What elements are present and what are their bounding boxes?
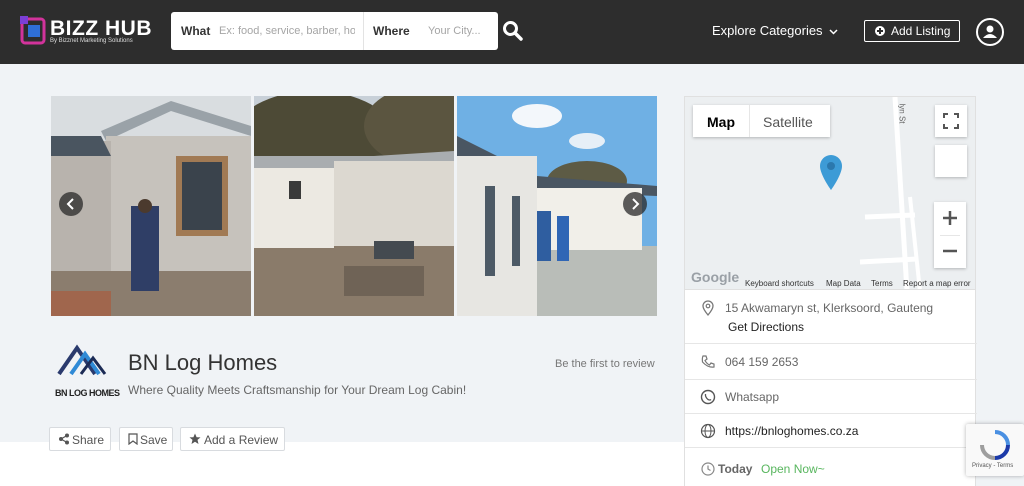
- where-label: Where: [373, 24, 410, 38]
- logo-caption: BN LOG HOMES: [55, 388, 120, 398]
- google-logo: Google: [691, 269, 740, 285]
- recaptcha-badge[interactable]: Privacy - Terms: [966, 424, 1024, 476]
- gallery-prev-button[interactable]: [59, 192, 83, 216]
- contact-info-panel: 15 Akwamaryn st, Klerksoord, Gauteng Get…: [684, 290, 977, 486]
- chevron-left-icon: [66, 198, 74, 210]
- business-logo: BN LOG HOMES: [55, 340, 120, 404]
- chevron-down-icon: [829, 29, 838, 35]
- add-listing-button[interactable]: Add Listing: [864, 20, 960, 42]
- map-data-link[interactable]: Map Data: [826, 279, 861, 288]
- logo-mark-icon: [20, 16, 46, 45]
- user-account-button[interactable]: [976, 18, 1004, 46]
- tab-divider: [749, 105, 750, 137]
- photo-gallery: [51, 96, 657, 316]
- star-icon: [189, 433, 201, 444]
- where-input[interactable]: [428, 22, 494, 40]
- explore-categories-menu[interactable]: Explore Categories: [712, 23, 838, 38]
- map-tab[interactable]: Map: [707, 114, 735, 130]
- location-pin-icon: [702, 300, 714, 316]
- phone-icon: [701, 355, 715, 368]
- globe-icon: [700, 423, 716, 439]
- add-review-label: Add a Review: [204, 433, 279, 447]
- add-listing-label: Add Listing: [891, 24, 951, 38]
- street-label: lyn St: [897, 103, 907, 124]
- zoom-out-icon[interactable]: [934, 235, 966, 268]
- listing-title: BN Log Homes: [128, 350, 278, 375]
- site-logo[interactable]: BIZZ HUB By Bizznet Marketing Solutions: [20, 16, 160, 48]
- share-button[interactable]: Share: [49, 427, 111, 451]
- whatsapp-icon: [700, 389, 716, 405]
- website-link[interactable]: https://bnloghomes.co.za: [725, 424, 858, 438]
- zoom-controls: [934, 202, 966, 268]
- fullscreen-button[interactable]: [935, 105, 967, 137]
- share-label: Share: [72, 433, 105, 447]
- share-icon: [59, 433, 69, 445]
- plus-circle-icon: [875, 26, 885, 36]
- map-type-toggle: Map Satellite: [693, 105, 830, 137]
- location-map[interactable]: lyn St Map Satellite Google Keyboard sho…: [684, 96, 976, 290]
- site-header: BIZZ HUB By Bizznet Marketing Solutions …: [0, 0, 1024, 64]
- listing-tagline: Where Quality Meets Craftsmanship for Yo…: [128, 383, 467, 397]
- zoom-in-icon[interactable]: [934, 202, 966, 235]
- chevron-right-icon: [632, 198, 640, 210]
- get-directions-link[interactable]: Get Directions: [728, 320, 804, 334]
- website-row[interactable]: https://bnloghomes.co.za: [685, 414, 977, 448]
- clock-icon: [701, 462, 715, 476]
- recaptcha-text[interactable]: Privacy - Terms: [972, 463, 1013, 469]
- gallery-next-button[interactable]: [623, 192, 647, 216]
- first-review-link[interactable]: Be the first to review: [555, 358, 655, 370]
- log-homes-logo-icon: [57, 344, 107, 376]
- what-input[interactable]: [219, 22, 355, 40]
- whatsapp-text: Whatsapp: [725, 390, 780, 404]
- explore-label: Explore Categories: [712, 23, 823, 38]
- map-pin-icon: [820, 155, 842, 190]
- user-icon: [983, 25, 997, 38]
- search-bar: What Where: [171, 12, 498, 50]
- cabin-photo-image: [254, 96, 454, 316]
- what-label: What: [181, 24, 211, 38]
- hours-row[interactable]: Today Open Now~: [685, 448, 977, 486]
- today-label: Today: [718, 462, 753, 476]
- report-map-error-link[interactable]: Report a map error: [903, 279, 971, 288]
- recaptcha-icon: [980, 430, 1010, 460]
- address-text: 15 Akwamaryn st, Klerksoord, Gauteng: [725, 301, 934, 315]
- phone-text: 064 159 2653: [725, 355, 799, 369]
- add-review-button[interactable]: Add a Review: [180, 427, 285, 451]
- map-terms-link[interactable]: Terms: [871, 279, 893, 288]
- open-status: Open Now~: [761, 462, 825, 476]
- phone-row[interactable]: 064 159 2653: [685, 344, 977, 380]
- logo-subtitle: By Bizznet Marketing Solutions: [50, 38, 133, 44]
- fullscreen-icon: [943, 113, 959, 129]
- save-label: Save: [140, 433, 168, 447]
- save-button[interactable]: Save: [119, 427, 173, 451]
- keyboard-shortcuts-link[interactable]: Keyboard shortcuts: [745, 279, 814, 288]
- satellite-tab[interactable]: Satellite: [763, 114, 813, 130]
- bookmark-icon: [128, 433, 138, 445]
- whatsapp-row[interactable]: Whatsapp: [685, 380, 977, 414]
- address-row: 15 Akwamaryn st, Klerksoord, Gauteng Get…: [685, 290, 977, 344]
- search-divider: [363, 12, 364, 50]
- gallery-photo-2[interactable]: [254, 96, 454, 316]
- pegman-button[interactable]: [935, 145, 967, 177]
- search-icon[interactable]: [502, 20, 524, 42]
